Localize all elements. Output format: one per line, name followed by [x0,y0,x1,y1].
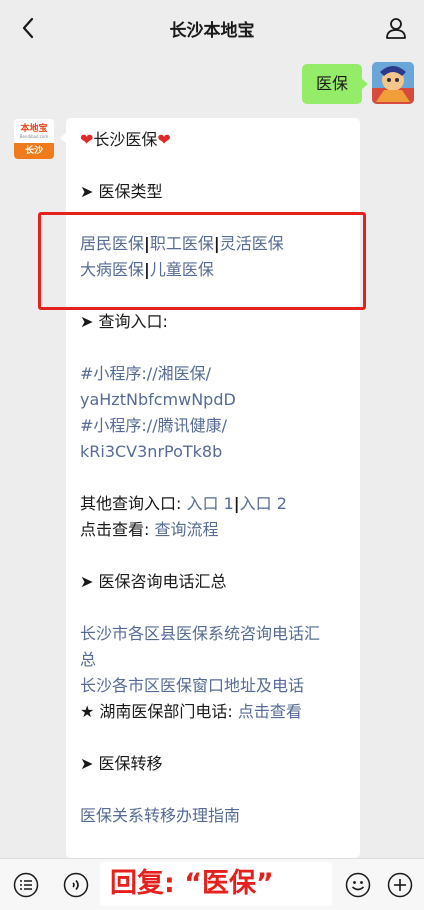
mini-program-2-code[interactable]: kRi3CV3nrPoTk8b [80,439,346,465]
arrow-icon: ➤ [80,312,99,331]
sender-logo-city: 长沙 [14,143,54,159]
mini-program-1-code[interactable]: yaHztNbfcmwNpdD [80,387,346,413]
arrow-icon: ➤ [80,754,99,773]
arrow-icon: ➤ [80,572,99,591]
link-child-insurance[interactable]: 儿童医保 [150,260,214,279]
section-header-phone: ➤ 医保咨询电话汇总 [80,572,227,591]
link-flexible-insurance[interactable]: 灵活医保 [220,234,284,253]
link-phone-summary-cont[interactable]: 总 [80,647,346,673]
sender-logo-url: Bendibao.com [19,133,49,139]
incoming-message: ❤长沙医保❤ ➤ 医保类型 居民医保|职工医保|灵活医保 大病医保|儿童医保 ➤… [60,118,360,858]
message-input[interactable]: 回复: “医保” [100,862,332,906]
sender-logo-name: 本地宝 [20,123,48,134]
link-critical-illness-insurance[interactable]: 大病医保 [80,260,144,279]
types-row-2: 大病医保|儿童医保 [80,257,346,283]
outgoing-message: 医保 [301,62,414,104]
outgoing-bubble[interactable]: 医保 [301,64,369,104]
chat-header: 长沙本地宝 [0,0,424,56]
sender-logo: 本地宝 Bendibao.com [14,119,54,143]
hunan-phone-line: ★ 湖南医保部门电话: 点击查看 [80,702,302,721]
click-view-line: 点击查看: 查询流程 [80,520,219,539]
link-window-address[interactable]: 长沙各市区医保窗口地址及电话 [80,673,346,699]
link-resident-insurance[interactable]: 居民医保 [80,234,144,253]
voice-icon[interactable] [62,871,90,899]
arrow-icon: ➤ [80,182,99,201]
link-query-process[interactable]: 查询流程 [154,520,218,539]
sender-avatar[interactable]: 本地宝 Bendibao.com 长沙 [13,118,55,160]
mini-program-1-label[interactable]: #小程序://湘医保/ [80,361,346,387]
section-header-query: ➤ 查询入口: [80,312,168,331]
mini-program-2-label[interactable]: #小程序://腾讯健康/ [80,413,346,439]
section-header-transfer: ➤ 医保转移 [80,754,163,773]
section-header-types: ➤ 医保类型 [80,182,163,201]
message-title-line: ❤长沙医保❤ [80,127,346,153]
types-row-1: 居民医保|职工医保|灵活医保 [80,231,346,257]
link-employee-insurance[interactable]: 职工医保 [150,234,214,253]
link-entry-1[interactable]: 入口 1 [186,494,233,513]
profile-icon[interactable] [382,14,410,42]
link-hunan-phone[interactable]: 点击查看 [238,702,302,721]
back-icon[interactable] [14,14,42,42]
chat-title: 长沙本地宝 [169,20,255,41]
heart-icon: ❤ [157,130,171,149]
link-phone-summary[interactable]: 长沙市各区县医保系统咨询电话汇 [80,621,346,647]
other-query-line: 其他查询入口: 入口 1|入口 2 [80,494,287,513]
menu-icon[interactable] [12,871,40,899]
plus-icon[interactable] [386,871,414,899]
message-title: 长沙医保 [93,130,158,149]
link-transfer-guide[interactable]: 医保关系转移办理指南 [80,803,346,829]
my-avatar[interactable] [372,62,414,104]
emoji-icon[interactable] [344,871,372,899]
link-entry-2[interactable]: 入口 2 [240,494,287,513]
heart-icon: ❤ [80,130,94,149]
